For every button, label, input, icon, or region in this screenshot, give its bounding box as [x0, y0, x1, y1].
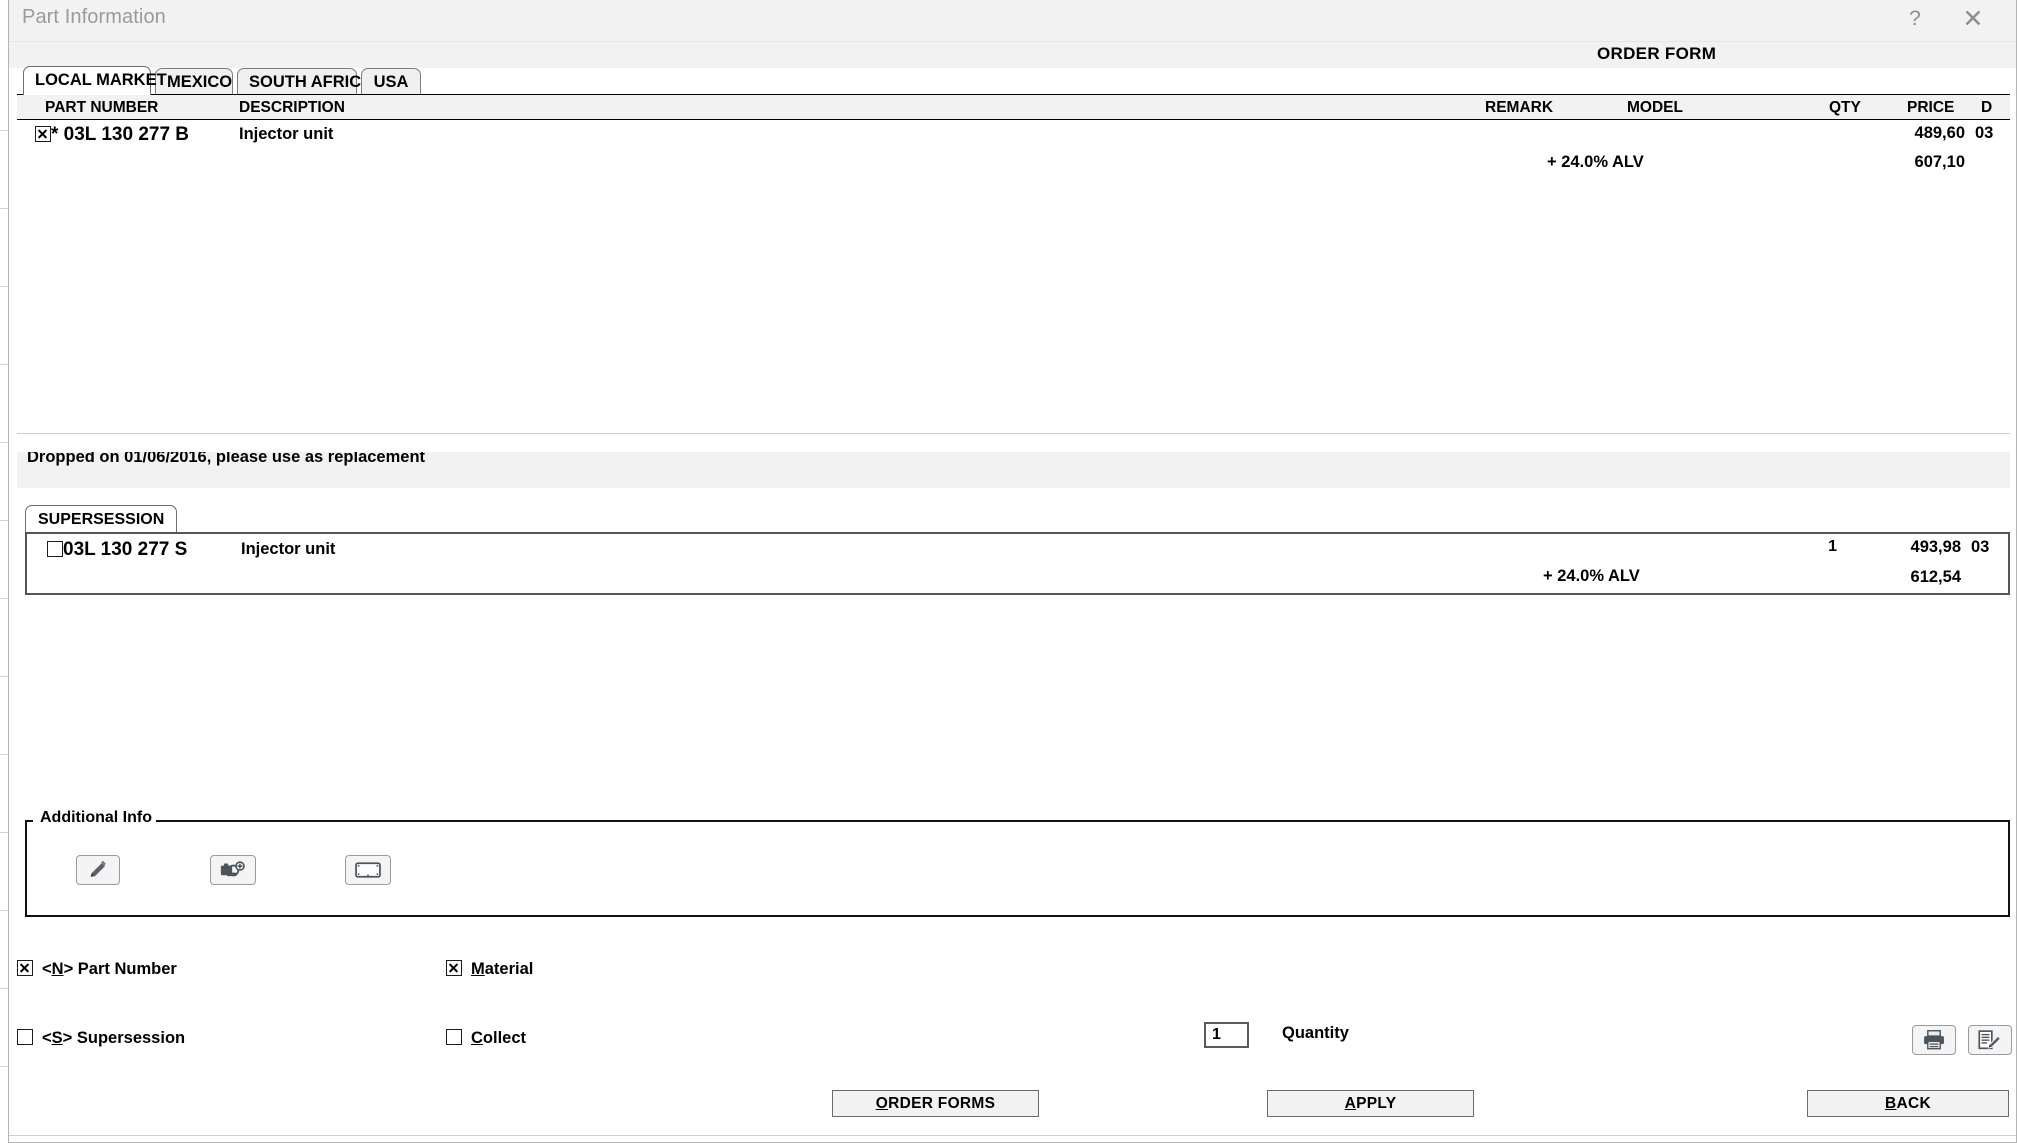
close-icon[interactable]: ✕ [1950, 2, 1996, 36]
title-bar: Part Information ? ✕ [9, 0, 2016, 42]
supersession-panel: 03L 130 277 S Injector unit 1 493,98 03 … [25, 532, 2010, 595]
supersession-part-number-cell: 03L 130 277 S [47, 539, 187, 561]
window-title: Part Information [22, 6, 166, 29]
quantity-input[interactable] [1204, 1022, 1249, 1048]
checkbox-material[interactable]: Material [446, 960, 533, 979]
part-information-dialog: Part Information ? ✕ ORDER FORM LOCAL MA… [8, 0, 2017, 1143]
part-number-checkbox-box[interactable] [17, 960, 33, 976]
supersession-description: Injector unit [241, 540, 335, 559]
row-vat-price: 607,10 [1853, 153, 1965, 172]
part-number-prefix: < [42, 960, 52, 978]
column-header-part-number: PART NUMBER [45, 99, 158, 117]
material-label: aterial [485, 960, 534, 978]
supersession-vat-label: + 24.0% ALV [1543, 567, 1640, 586]
parts-grid: PART NUMBER DESCRIPTION REMARK MODEL QTY… [17, 94, 2010, 434]
help-icon[interactable]: ? [1892, 2, 1938, 36]
row-description: Injector unit [239, 125, 333, 144]
tab-mexico[interactable]: MEXICO [155, 68, 233, 95]
back-mnemonic: B [1885, 1095, 1897, 1112]
supersession-price: 493,98 [1849, 538, 1961, 557]
dropped-note-bar: Dropped on 01/06/2016, please use as rep… [17, 452, 2010, 488]
column-header-qty: QTY [1829, 99, 1861, 117]
checkbox-part-number[interactable]: <N> Part Number [17, 960, 177, 979]
part-number-label: Part Number [78, 960, 177, 978]
column-header-price: PRICE [1907, 99, 1954, 117]
quantity-label: Quantity [1282, 1024, 1349, 1043]
table-row[interactable]: 03L 130 277 S Injector unit 1 493,98 03 [27, 534, 2008, 564]
part-number-mnemonic: N [52, 960, 64, 978]
dropped-note-text: Dropped on 01/06/2016, please use as rep… [27, 452, 425, 467]
tab-south-africa[interactable]: SOUTH AFRICA [237, 68, 357, 95]
collect-label: ollect [483, 1029, 526, 1047]
apply-button[interactable]: APPLY [1267, 1090, 1474, 1117]
material-checkbox-box[interactable] [446, 960, 462, 976]
material-mnemonic: M [471, 960, 485, 978]
supersession-mnemonic: S [52, 1029, 63, 1047]
order-form-caption-bar: ORDER FORM [9, 42, 2016, 68]
collect-checkbox-box[interactable] [446, 1029, 462, 1045]
column-header-description: DESCRIPTION [239, 99, 345, 117]
additional-info-legend: Additional Info [36, 809, 156, 827]
print-button[interactable] [1912, 1025, 1956, 1055]
supersession-suffix: > [63, 1029, 77, 1047]
checkbox-supersession[interactable]: <S> Supersession [17, 1029, 185, 1048]
plate-view-button[interactable] [345, 855, 391, 885]
part-number-suffix: > [64, 960, 78, 978]
order-forms-mnemonic: O [876, 1095, 888, 1112]
supersession-part-number-text: 03L 130 277 S [63, 539, 187, 560]
row-d: 03 [1975, 124, 1993, 143]
row-part-number-text: * 03L 130 277 B [51, 124, 189, 145]
tab-supersession[interactable]: SUPERSESSION [25, 505, 177, 533]
collect-mnemonic: C [471, 1029, 483, 1047]
table-row: + 24.0% ALV 607,10 [17, 149, 2010, 176]
additional-info-groupbox: Additional Info [25, 820, 2010, 917]
edit-note-button[interactable] [76, 855, 120, 885]
apply-mnemonic: A [1345, 1095, 1357, 1112]
market-tabstrip: LOCAL MARKET MEXICO SOUTH AFRICA USA [9, 68, 2016, 95]
apply-label: PPLY [1356, 1095, 1396, 1112]
checkbox-collect[interactable]: Collect [446, 1029, 526, 1048]
table-row: + 24.0% ALV 612,54 [27, 564, 2008, 594]
supersession-qty: 1 [1773, 538, 1837, 556]
supersession-prefix: < [42, 1029, 52, 1047]
supersession-checkbox-box[interactable] [17, 1029, 33, 1045]
column-header-d: D [1981, 99, 1992, 117]
back-button[interactable]: BACK [1807, 1090, 2009, 1117]
table-row[interactable]: * 03L 130 277 B Injector unit 489,60 03 [17, 120, 2010, 149]
tab-local-market[interactable]: LOCAL MARKET [23, 66, 151, 95]
back-label: ACK [1897, 1095, 1931, 1112]
order-forms-label: RDER FORMS [888, 1095, 995, 1112]
dialog-bottom-edge [9, 1135, 2016, 1142]
supersession-vat-price: 612,54 [1849, 568, 1961, 587]
row-select-checkbox[interactable] [35, 126, 51, 142]
row-part-number-cell: * 03L 130 277 B [35, 124, 189, 146]
photo-zoom-button[interactable] [210, 855, 256, 885]
edit-document-button[interactable] [1968, 1025, 2012, 1055]
parts-grid-header: PART NUMBER DESCRIPTION REMARK MODEL QTY… [17, 95, 2010, 120]
row-vat-label: + 24.0% ALV [1547, 153, 1644, 172]
column-header-remark: REMARK [1485, 99, 1553, 117]
order-form-caption: ORDER FORM [1597, 44, 1716, 64]
column-header-model: MODEL [1627, 99, 1683, 117]
row-price: 489,60 [1853, 124, 1965, 143]
supersession-select-checkbox[interactable] [47, 541, 63, 557]
supersession-d: 03 [1971, 538, 1989, 557]
parts-grid-body: * 03L 130 277 B Injector unit 489,60 03 … [17, 120, 2010, 434]
tab-usa[interactable]: USA [361, 68, 421, 95]
order-forms-button[interactable]: ORDER FORMS [832, 1090, 1039, 1117]
supersession-label: Supersession [77, 1029, 185, 1047]
